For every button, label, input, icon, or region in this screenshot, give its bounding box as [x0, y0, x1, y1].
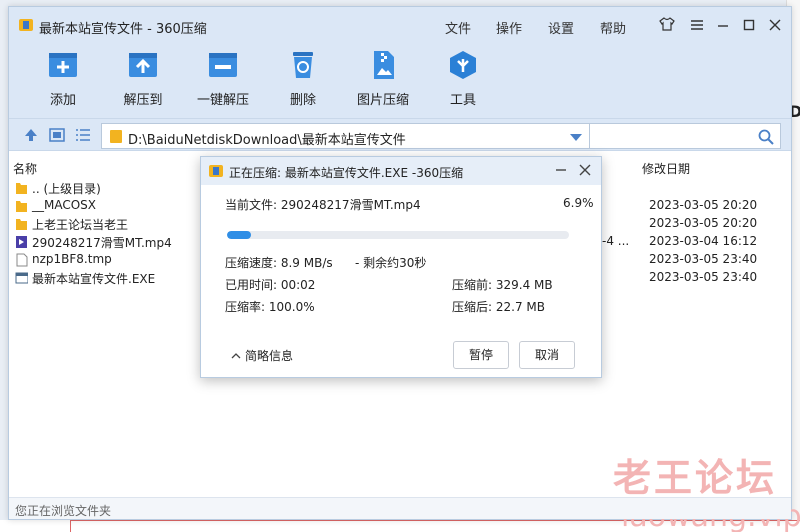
search-icon[interactable]: [758, 129, 774, 145]
path-bar: D:\BaiduNetdiskDownload\最新本站宣传文件: [9, 119, 791, 151]
window-title: 最新本站宣传文件 - 360压缩: [39, 22, 207, 37]
file-date: 2023-03-05 20:20: [649, 198, 758, 212]
app-icon: [209, 165, 223, 177]
chevron-up-icon: [231, 353, 241, 359]
progress-fill: [227, 231, 251, 239]
file-name: 最新本站宣传文件.EXE: [32, 272, 156, 286]
add-button[interactable]: 添加: [23, 49, 103, 108]
delete-icon: [287, 49, 319, 81]
current-file: 当前文件: 290248217滑雪MT.mp4: [225, 198, 421, 212]
compress-ratio: 压缩率: 100.0%: [225, 300, 315, 314]
progress-bar: [227, 231, 569, 239]
brief-info-toggle[interactable]: 简略信息: [231, 347, 293, 364]
search-input[interactable]: [590, 124, 750, 148]
status-bar: 您正在浏览文件夹: [9, 497, 791, 519]
path-text: D:\BaiduNetdiskDownload\最新本站宣传文件: [128, 133, 406, 148]
minimize-icon[interactable]: [712, 15, 734, 37]
path-input[interactable]: D:\BaiduNetdiskDownload\最新本站宣传文件: [101, 123, 591, 149]
cancel-button[interactable]: 取消: [519, 341, 575, 369]
folder-icon: [15, 217, 28, 231]
delete-button[interactable]: 删除: [263, 49, 343, 108]
up-arrow-icon[interactable]: [23, 128, 39, 142]
folder-icon: [15, 199, 28, 213]
one-click-extract-icon: [207, 49, 239, 81]
menu-operation[interactable]: 操作: [496, 18, 522, 37]
search-box: [589, 123, 781, 149]
column-modified[interactable]: 修改日期: [642, 160, 690, 177]
compress-progress-dialog: 正在压缩: 最新本站宣传文件.EXE -360压缩 当前文件: 29024821…: [200, 156, 602, 378]
file-name: __MACOSX: [32, 198, 97, 212]
folder-icon: [110, 130, 122, 143]
list-view-icon[interactable]: [75, 128, 91, 142]
tools-icon: [447, 49, 479, 81]
watermark-cn: 老王论坛: [613, 456, 778, 500]
file-date: 2023-03-05 23:40: [649, 270, 758, 284]
toolbar: 添加 解压到 一键解压 删除 图片压缩 工具: [9, 45, 791, 119]
dialog-title: 正在压缩: 最新本站宣传文件.EXE -360压缩: [229, 166, 464, 180]
video-file-icon: [15, 235, 28, 249]
menu-help[interactable]: 帮助: [600, 18, 626, 37]
file-date: 2023-03-05 23:40: [649, 252, 758, 266]
add-icon: [47, 49, 79, 81]
thumbnail-view-icon[interactable]: [49, 128, 65, 142]
minimize-icon[interactable]: [551, 161, 571, 181]
extract-to-button[interactable]: 解压到: [103, 49, 183, 108]
skin-icon[interactable]: [656, 15, 678, 37]
status-text: 您正在浏览文件夹: [15, 504, 112, 518]
file-name: nzp1BF8.tmp: [32, 252, 112, 266]
time-remaining: - 剩余约30秒: [355, 256, 427, 270]
close-icon[interactable]: [764, 15, 786, 37]
file-icon: [15, 253, 28, 267]
one-click-extract-button[interactable]: 一键解压: [183, 49, 263, 108]
image-compress-label: 图片压缩: [356, 93, 409, 108]
size-after: 压缩后: 22.7 MB: [452, 300, 545, 314]
column-name[interactable]: 名称: [13, 160, 37, 177]
tools-label: 工具: [449, 93, 476, 108]
extract-to-icon: [127, 49, 159, 81]
app-icon: [19, 19, 33, 31]
one-click-extract-label: 一键解压: [196, 93, 249, 108]
title-bar: 最新本站宣传文件 - 360压缩 文件 操作 设置 帮助: [9, 7, 791, 45]
file-date: 2023-03-05 20:20: [649, 216, 758, 230]
menu-more-icon[interactable]: [686, 15, 708, 37]
chevron-down-icon[interactable]: [570, 134, 582, 141]
image-compress-button[interactable]: 图片压缩: [343, 49, 423, 108]
elapsed-time: 已用时间: 00:02: [225, 278, 316, 292]
exe-file-icon: [15, 271, 29, 285]
dialog-title-bar: 正在压缩: 最新本站宣传文件.EXE -360压缩: [201, 157, 601, 185]
progress-percent: 6.9%: [563, 196, 594, 210]
file-date: 2023-03-04 16:12: [649, 234, 758, 248]
menu-settings[interactable]: 设置: [548, 18, 574, 37]
add-label: 添加: [49, 93, 76, 108]
tools-button[interactable]: 工具: [423, 49, 503, 108]
compress-speed: 压缩速度: 8.9 MB/s: [225, 256, 333, 270]
menu-file[interactable]: 文件: [445, 18, 471, 37]
file-name: 上老王论坛当老王: [32, 218, 129, 232]
close-icon[interactable]: [575, 161, 595, 181]
file-name: .. (上级目录): [32, 182, 101, 196]
maximize-icon[interactable]: [738, 15, 760, 37]
size-before: 压缩前: 329.4 MB: [452, 278, 553, 292]
image-compress-icon: [367, 49, 399, 81]
delete-label: 删除: [289, 93, 316, 108]
file-type-truncated: -4 ...: [602, 234, 630, 248]
extract-to-label: 解压到: [123, 93, 163, 108]
pause-button[interactable]: 暂停: [453, 341, 509, 369]
folder-icon: [15, 181, 28, 195]
file-name: 290248217滑雪MT.mp4: [32, 236, 172, 250]
brief-info-label: 简略信息: [245, 349, 294, 363]
